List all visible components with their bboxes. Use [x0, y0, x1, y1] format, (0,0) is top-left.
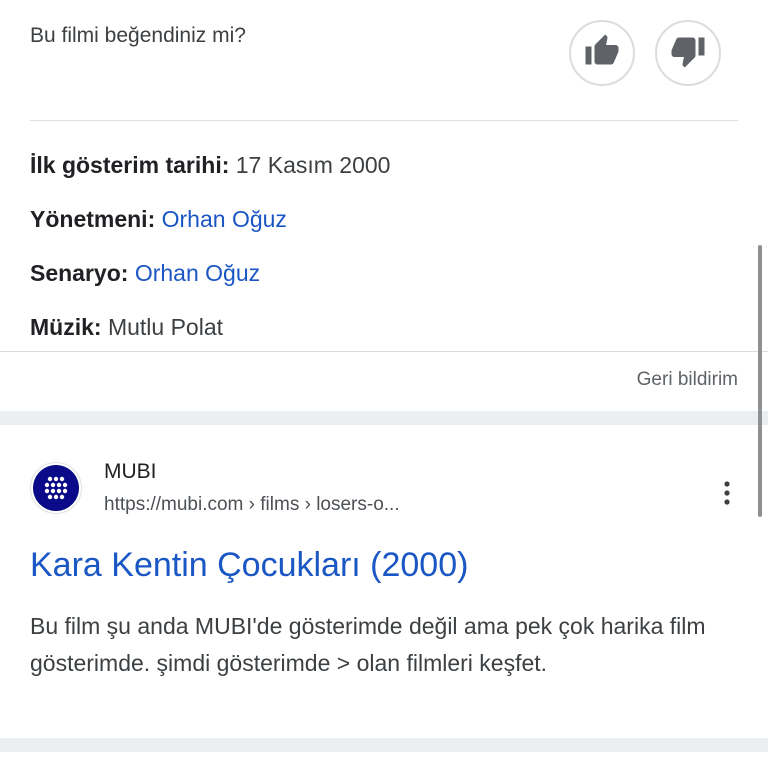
rating-section: Bu filmi beğendiniz mi?: [0, 0, 768, 120]
fact-screenplay: Senaryo: Orhan Oğuz: [30, 246, 390, 300]
fact-label: Yönetmeni:: [30, 206, 156, 232]
more-options-button[interactable]: [714, 478, 740, 508]
fact-value: 17 Kasım 2000: [235, 152, 391, 178]
fact-label: Senaryo:: [30, 260, 129, 286]
site-name[interactable]: MUBI: [104, 460, 157, 484]
screenplay-link[interactable]: Orhan Oğuz: [135, 257, 260, 289]
divider: [0, 351, 768, 352]
thumbs-up-button[interactable]: [569, 20, 635, 86]
result-title-link[interactable]: Kara Kentin Çocukları (2000): [30, 546, 468, 585]
fact-music: Müzik: Mutlu Polat: [30, 300, 390, 354]
thumbs-down-icon: [670, 33, 706, 74]
more-vert-icon: [714, 481, 740, 512]
rating-question: Bu filmi beğendiniz mi?: [30, 24, 246, 47]
fact-label: Müzik:: [30, 314, 102, 340]
facts-list: İlk gösterim tarihi: 17 Kasım 2000 Yönet…: [30, 138, 390, 354]
fact-value: Mutlu Polat: [107, 314, 224, 340]
feedback-link[interactable]: Geri bildirim: [637, 369, 738, 391]
thumbs-down-button[interactable]: [655, 20, 721, 86]
mubi-logo-icon: [33, 465, 79, 511]
fact-director: Yönetmeni: Orhan Oğuz: [30, 192, 390, 246]
section-separator: [0, 411, 768, 425]
fact-label: İlk gösterim tarihi:: [30, 152, 230, 178]
director-link[interactable]: Orhan Oğuz: [162, 203, 287, 235]
section-separator: [0, 738, 768, 752]
site-url[interactable]: https://mubi.com › films › losers-o...: [104, 494, 400, 516]
divider: [30, 120, 738, 121]
thumbs-up-icon: [584, 33, 620, 74]
result-snippet: Bu film şu anda MUBI'de gösterimde değil…: [30, 613, 706, 676]
scrollbar[interactable]: [758, 245, 762, 517]
site-favicon[interactable]: [30, 462, 82, 514]
fact-release-date: İlk gösterim tarihi: 17 Kasım 2000: [30, 138, 390, 192]
